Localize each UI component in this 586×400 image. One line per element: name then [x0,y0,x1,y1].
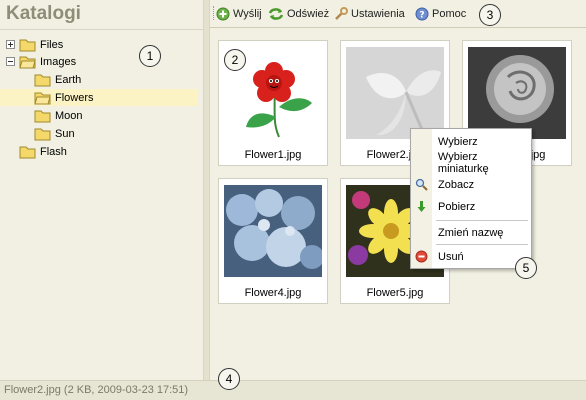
expand-icon[interactable] [6,40,15,49]
magnifier-icon [415,178,428,191]
status-text: Flower2.jpg (2 KB, 2009-03-23 17:51) [4,384,189,396]
upload-label: Wyślij [233,8,262,20]
tree-item-sun[interactable]: Sun [34,125,75,142]
menu-item-label: Wybierz miniaturkę [437,150,489,175]
help-icon: ? [415,7,429,21]
wrench-icon [335,7,348,20]
svg-text:?: ? [419,11,424,21]
annotation-marker-5: 5 [515,257,537,279]
folder-icon [34,110,51,122]
panel-title: Katalogi [6,3,81,24]
annotation-marker-2: 2 [224,49,246,71]
menu-item-rename[interactable]: Zmień nazwę [411,223,531,242]
settings-label: Ustawienia [351,8,405,20]
thumbnail-caption: Flower4.jpg [244,287,302,299]
download-arrow-icon [417,201,426,212]
menu-item-label: Usuń [438,250,464,263]
tree-item-label: Files [40,38,64,51]
menu-item-select-thumbnail[interactable]: Wybierz miniaturkę [411,150,531,175]
tree-item-label: Moon [55,109,83,122]
tree-item-earth[interactable]: Earth [34,71,81,88]
menu-item-select[interactable]: Wybierz [411,132,531,151]
tree-item-label: Earth [55,73,82,86]
refresh-label: Odśwież [287,8,330,20]
tree-item-files[interactable]: Files [6,36,63,53]
context-menu: Wybierz Wybierz miniaturkę Zobacz Pobier… [410,128,532,269]
delete-icon [415,250,428,263]
menu-separator [436,244,528,245]
thumbnail-item[interactable]: Flower4.jpg [218,178,328,304]
status-bar: Flower2.jpg (2 KB, 2009-03-23 17:51) [0,380,586,400]
annotation-marker-3: 3 [479,4,501,26]
tree-item-label: Images [40,55,77,68]
menu-item-label: Pobierz [438,200,476,213]
tree-item-label: Sun [55,127,75,140]
menu-item-label: Wybierz [438,135,478,148]
tree-item-moon[interactable]: Moon [34,107,83,124]
settings-button[interactable]: Ustawienia [334,6,405,22]
help-button[interactable]: ? Pomoc [415,6,466,22]
folder-icon [34,74,51,86]
upload-icon [216,7,230,21]
panel-splitter[interactable] [203,0,210,380]
folder-open-icon [19,56,36,68]
tree-item-label: Flash [40,145,67,158]
thumbnail-caption: Flower5.jpg [366,287,424,299]
folders-panel: Katalogi Files Images Earth Flowers Moon… [0,0,203,380]
menu-item-label: Zobacz [438,178,475,191]
tree-item-flowers[interactable]: Flowers [0,89,198,106]
folder-icon [19,39,36,51]
refresh-icon [268,8,284,20]
tree-item-images[interactable]: Images [6,53,76,70]
tree-item-flash[interactable]: Flash [19,143,67,160]
thumbnail-caption: Flower1.jpg [244,149,302,161]
menu-item-view[interactable]: Zobacz [411,175,531,194]
divider [0,29,203,30]
menu-separator [436,220,528,221]
help-label: Pomoc [432,8,467,20]
annotation-marker-4: 4 [218,368,240,390]
annotation-marker-1: 1 [139,45,161,67]
menu-item-download[interactable]: Pobierz [411,197,531,216]
upload-button[interactable]: Wyślij [216,6,262,22]
refresh-button[interactable]: Odśwież [268,6,329,22]
collapse-icon[interactable] [6,57,15,66]
folder-open-icon [34,92,51,104]
menu-item-label: Zmień nazwę [438,226,504,239]
folder-icon [34,128,51,140]
thumbnail-image [224,185,322,277]
thumbnail-image [468,47,566,139]
menu-item-delete[interactable]: Usuń [411,247,531,266]
toolbar: Wyślij Odśwież Ustawienia ? Pomoc [210,0,586,28]
thumbnail-image [346,47,444,139]
tree-item-label: Flowers [55,91,94,104]
folder-icon [19,146,36,158]
